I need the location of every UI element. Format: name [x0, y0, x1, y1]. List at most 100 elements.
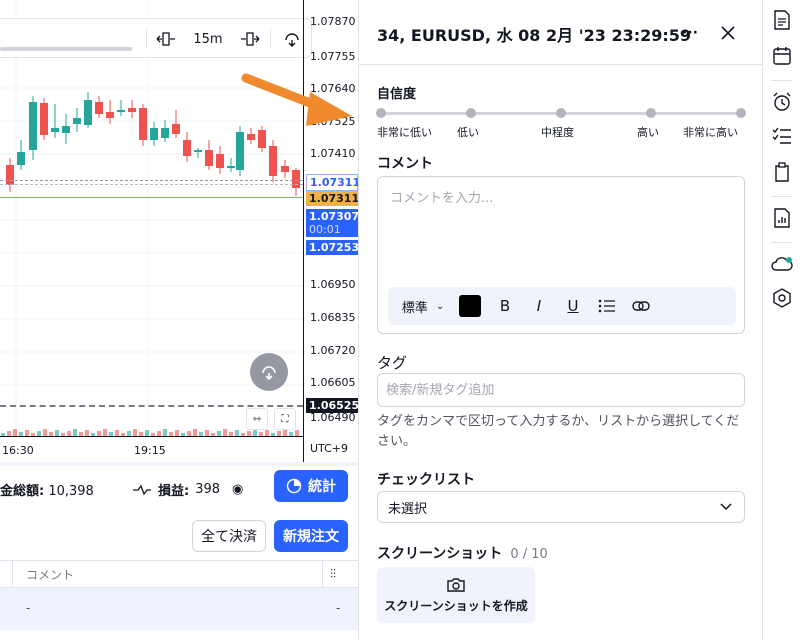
- volume-bar: [133, 429, 137, 436]
- auto-scale-icon[interactable]: ⛶: [274, 408, 296, 430]
- comment-label: コメント: [377, 156, 433, 172]
- candle-body: [205, 150, 213, 166]
- candle-body: [258, 130, 266, 148]
- bold-button[interactable]: B: [492, 293, 518, 319]
- alarm-clock-icon[interactable]: [770, 90, 794, 114]
- confidence-level-label[interactable]: 非常に高い: [683, 124, 738, 140]
- candle-body: [247, 134, 255, 140]
- candle-body: [84, 100, 92, 125]
- clipboard-icon[interactable]: [770, 160, 794, 184]
- equity-label: 金総額:: [0, 484, 45, 499]
- text-color-swatch[interactable]: [458, 293, 482, 319]
- italic-button[interactable]: I: [526, 293, 552, 319]
- stop-line: [0, 405, 303, 407]
- candle-body: [161, 128, 169, 138]
- candle-body: [227, 166, 235, 168]
- volume-bar: [13, 429, 17, 436]
- column-settings-icon[interactable]: ⫶⫶: [330, 567, 336, 582]
- app-root: 15m 1.07870 1.07755 1.07640 1.07525 1.07…: [0, 0, 800, 640]
- price-tick: 1.06720: [310, 344, 356, 357]
- pnl-stat: 損益: 398 ◉: [132, 480, 243, 499]
- confidence-stop[interactable]: [466, 108, 476, 118]
- calendar-icon[interactable]: [770, 44, 794, 68]
- confidence-stop[interactable]: [736, 108, 746, 118]
- confidence-stop[interactable]: [556, 108, 566, 118]
- cloud-sync-icon[interactable]: [770, 252, 794, 276]
- confidence-level-label[interactable]: 非常に低い: [377, 124, 432, 140]
- candle-body: [95, 102, 103, 114]
- stats-button[interactable]: 統計: [274, 470, 348, 502]
- settings-icon[interactable]: [770, 286, 794, 310]
- chart-toolbar: 15m: [0, 18, 312, 58]
- toolbar-divider: [270, 29, 271, 49]
- column-divider: [322, 561, 323, 587]
- price-label-line: 1.07311: [306, 174, 360, 191]
- close-icon[interactable]: [715, 20, 741, 46]
- checklist-select[interactable]: 未選択: [377, 491, 745, 523]
- price-label-position: 1.07311: [306, 191, 359, 206]
- candle-body: [128, 108, 136, 112]
- bullet-list-icon[interactable]: [594, 293, 620, 319]
- take-screenshot-label: スクリーンショットを作成: [384, 598, 528, 613]
- report-icon[interactable]: [770, 206, 794, 230]
- candle-body: [40, 103, 48, 135]
- candle-body: [150, 128, 158, 140]
- close-all-button[interactable]: 全て決済: [192, 520, 266, 552]
- confidence-stop[interactable]: [376, 108, 386, 118]
- price-tick: 1.06605: [310, 376, 356, 389]
- confidence-level-label[interactable]: 低い: [457, 124, 479, 140]
- more-options-icon[interactable]: ···: [677, 20, 703, 46]
- scroll-slider[interactable]: [0, 47, 132, 51]
- replay-button[interactable]: [250, 353, 288, 391]
- timeframe-button[interactable]: 15m: [188, 27, 228, 51]
- checklist-icon[interactable]: [770, 124, 794, 148]
- fit-width-icon[interactable]: ⇿: [246, 408, 268, 430]
- step-forward-icon[interactable]: [236, 27, 264, 51]
- current-price-line: [0, 197, 303, 198]
- candle-body: [139, 108, 147, 140]
- take-screenshot-button[interactable]: スクリーンショットを作成: [377, 567, 535, 623]
- price-tick: 1.06835: [310, 311, 356, 324]
- volume-bar: [283, 429, 287, 436]
- volume-bar: [253, 429, 257, 436]
- rail-divider: [771, 80, 793, 81]
- time-tick: 19:15: [134, 444, 166, 457]
- candle-body: [194, 150, 202, 152]
- candle-body: [51, 128, 59, 132]
- tag-search-input[interactable]: [377, 373, 745, 407]
- link-icon[interactable]: [628, 293, 654, 319]
- screenshot-label-text: スクリーンショット: [377, 546, 503, 562]
- notes-icon[interactable]: [770, 8, 794, 32]
- price-tick: 1.07755: [310, 50, 356, 63]
- price-tick: 1.07870: [310, 15, 356, 28]
- trade-detail-panel: 34, EURUSD, 水 08 2月 '23 23:29:59 ··· 自信度…: [358, 0, 763, 640]
- candle-body: [62, 126, 70, 133]
- toolbar-divider: [146, 29, 147, 49]
- confidence-level-label[interactable]: 高い: [637, 124, 659, 140]
- timezone-label[interactable]: UTC+9: [310, 442, 348, 455]
- volume-bar: [103, 429, 107, 436]
- time-axis[interactable]: 16:30 19:15: [0, 436, 303, 462]
- chart-pane[interactable]: 15m 1.07870 1.07755 1.07640 1.07525 1.07…: [0, 0, 360, 462]
- stats-button-label: 統計: [308, 479, 336, 495]
- eye-icon[interactable]: ◉: [232, 482, 243, 497]
- text-style-select[interactable]: 標準 ⌄: [392, 293, 454, 319]
- table-row[interactable]: - -: [0, 588, 358, 630]
- price-axis[interactable]: 1.07870 1.07755 1.07640 1.07525 1.07410 …: [303, 0, 360, 462]
- checklist-label: チェックリスト: [377, 472, 475, 488]
- replay-icon: [262, 366, 276, 381]
- new-order-button[interactable]: 新規注文: [274, 520, 348, 552]
- comment-input[interactable]: [390, 187, 730, 277]
- confidence-stop[interactable]: [646, 108, 656, 118]
- replay-jump-icon[interactable]: [278, 27, 306, 51]
- volume-bar: [223, 429, 227, 436]
- table-cell: -: [336, 601, 341, 615]
- position-line-2: [0, 184, 303, 185]
- step-back-icon[interactable]: [152, 27, 180, 51]
- candle-body: [6, 165, 14, 185]
- column-header-comment[interactable]: コメント: [26, 566, 74, 583]
- candle-body: [172, 124, 180, 134]
- screenshot-label: スクリーンショット 0 / 10: [377, 543, 548, 563]
- confidence-level-label[interactable]: 中程度: [541, 124, 574, 140]
- underline-button[interactable]: U: [560, 293, 586, 319]
